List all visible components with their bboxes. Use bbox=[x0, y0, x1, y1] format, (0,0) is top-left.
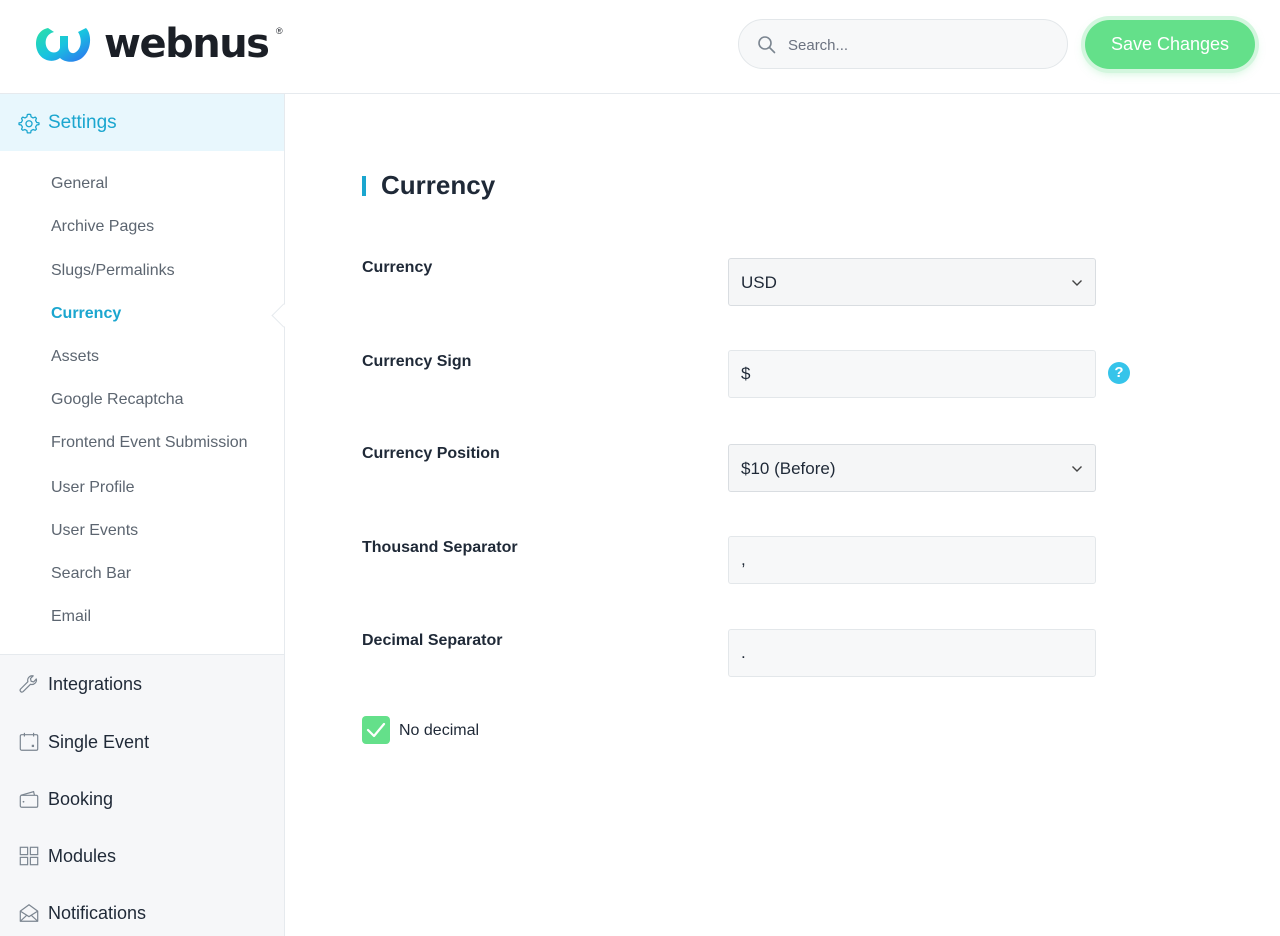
sidebar-item-label: Single Event bbox=[48, 731, 150, 752]
sidebar-subitem-assets[interactable]: Assets bbox=[51, 347, 99, 367]
wrench-icon bbox=[19, 675, 37, 693]
decimal-separator-input[interactable] bbox=[728, 629, 1096, 677]
sidebar-subitem-general[interactable]: General bbox=[51, 174, 108, 194]
checkmark-icon bbox=[366, 722, 386, 738]
sidebar-item-integrations[interactable]: Integrations bbox=[18, 671, 142, 697]
sidebar-item-booking[interactable]: Booking bbox=[18, 786, 113, 812]
no-decimal-checkbox[interactable] bbox=[362, 716, 390, 744]
thousand-separator-label: Thousand Separator bbox=[362, 539, 518, 556]
grid-icon bbox=[19, 846, 39, 866]
currency-position-select-value: $10 (Before) bbox=[741, 459, 836, 478]
sidebar-item-notifications[interactable]: Notifications bbox=[18, 900, 146, 926]
chevron-down-icon bbox=[1072, 280, 1082, 286]
settings-sidebar: Settings General Archive Pages Slugs/Per… bbox=[0, 94, 285, 936]
chevron-down-icon bbox=[1072, 466, 1082, 472]
registered-mark-icon: ® bbox=[276, 26, 283, 36]
currency-select-value: USD bbox=[741, 273, 777, 292]
decimal-separator-label: Decimal Separator bbox=[362, 632, 503, 649]
settings-content: Currency Currency USD Currency Sign ? Cu… bbox=[285, 94, 1280, 936]
brand-name: webnus bbox=[104, 21, 270, 67]
sidebar-subitem-search-bar[interactable]: Search Bar bbox=[51, 564, 131, 584]
section-title: Currency bbox=[362, 170, 495, 201]
search-icon bbox=[758, 36, 776, 54]
envelope-icon bbox=[19, 904, 39, 922]
help-icon[interactable]: ? bbox=[1108, 362, 1130, 384]
gear-icon bbox=[18, 113, 40, 134]
save-changes-button[interactable]: Save Changes bbox=[1085, 20, 1255, 69]
thousand-separator-input[interactable] bbox=[728, 536, 1096, 584]
currency-position-select[interactable]: $10 (Before) bbox=[728, 444, 1096, 492]
brand-logo[interactable]: webnus ® bbox=[34, 21, 283, 67]
search-input[interactable] bbox=[786, 33, 1050, 57]
sidebar-subitem-email[interactable]: Email bbox=[51, 607, 91, 627]
currency-label: Currency bbox=[362, 259, 433, 276]
currency-sign-input[interactable] bbox=[728, 350, 1096, 398]
sidebar-item-label: Notifications bbox=[48, 902, 147, 923]
sidebar-subitem-frontend-event-submission[interactable]: Frontend Event Submission bbox=[51, 433, 248, 453]
calendar-icon bbox=[19, 732, 39, 751]
currency-position-label: Currency Position bbox=[362, 445, 500, 462]
sidebar-subitem-google-recaptcha[interactable]: Google Recaptcha bbox=[51, 390, 184, 410]
sidebar-subitem-currency[interactable]: Currency bbox=[51, 304, 121, 324]
sidebar-item-label: Modules bbox=[48, 845, 117, 866]
currency-sign-label: Currency Sign bbox=[362, 353, 472, 370]
settings-section: Settings General Archive Pages Slugs/Per… bbox=[0, 94, 284, 655]
sidebar-item-label: Settings bbox=[48, 112, 117, 133]
no-decimal-label[interactable]: No decimal bbox=[399, 722, 479, 740]
sidebar-subitem-user-events[interactable]: User Events bbox=[51, 521, 138, 541]
sidebar-subitem-archive-pages[interactable]: Archive Pages bbox=[51, 217, 154, 237]
top-header: webnus ® Save Changes bbox=[0, 0, 1280, 94]
currency-select[interactable]: USD bbox=[728, 258, 1096, 306]
sidebar-subitem-user-profile[interactable]: User Profile bbox=[51, 478, 135, 498]
search-box[interactable] bbox=[738, 19, 1068, 69]
wallet-icon bbox=[19, 790, 39, 808]
sidebar-item-label: Integrations bbox=[48, 673, 143, 694]
sidebar-item-single-event[interactable]: Single Event bbox=[18, 729, 149, 755]
sidebar-subitem-slugs-permalinks[interactable]: Slugs/Permalinks bbox=[51, 261, 175, 281]
sidebar-item-label: Booking bbox=[48, 788, 114, 809]
sidebar-item-modules[interactable]: Modules bbox=[18, 843, 116, 869]
sidebar-item-settings[interactable]: Settings bbox=[0, 94, 284, 151]
webnus-logo-icon bbox=[36, 28, 91, 62]
